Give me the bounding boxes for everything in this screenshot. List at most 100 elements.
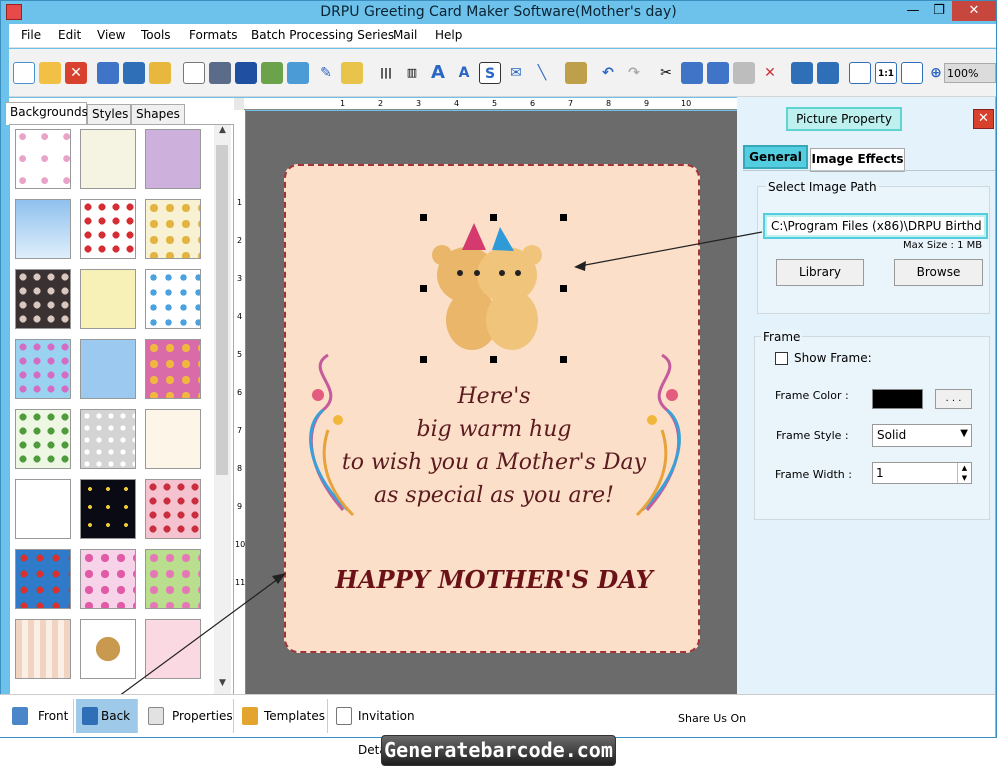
- barcode-icon[interactable]: |||: [375, 62, 397, 84]
- frame-color-picker-button[interactable]: . . .: [935, 389, 972, 409]
- shapes-icon[interactable]: [341, 62, 363, 84]
- save-as-icon[interactable]: [123, 62, 145, 84]
- menu-formats[interactable]: Formats: [189, 28, 238, 42]
- background-thumbnail[interactable]: [15, 269, 71, 329]
- tab-shapes[interactable]: Shapes: [131, 104, 185, 124]
- scroll-down-icon[interactable]: ▼: [214, 678, 231, 694]
- show-frame-checkbox[interactable]: [775, 352, 788, 365]
- background-thumbnail[interactable]: [80, 619, 136, 679]
- menu-tools[interactable]: Tools: [141, 28, 171, 42]
- frame-width-stepper[interactable]: 1 ▲ ▼: [872, 462, 972, 484]
- insert-image-icon[interactable]: [287, 62, 309, 84]
- export-icon[interactable]: [149, 62, 171, 84]
- tab-styles[interactable]: Styles: [87, 104, 131, 124]
- pen-icon[interactable]: ✎: [315, 62, 337, 84]
- actual-size-icon[interactable]: 1:1: [875, 62, 897, 84]
- invitation-details-button[interactable]: Invitation Details: [330, 699, 452, 757]
- line-icon[interactable]: ╲: [531, 62, 553, 84]
- card-text-line[interactable]: Here's: [294, 384, 694, 409]
- text-icon[interactable]: A: [427, 62, 449, 84]
- mail-icon[interactable]: ✉: [505, 62, 527, 84]
- background-thumbnail[interactable]: [145, 409, 201, 469]
- save-icon[interactable]: [97, 62, 119, 84]
- background-thumbnail[interactable]: [15, 549, 71, 609]
- background-thumbnail[interactable]: [80, 409, 136, 469]
- open-folder-icon[interactable]: [39, 62, 61, 84]
- resize-handle[interactable]: [490, 356, 497, 363]
- background-thumbnail[interactable]: [80, 129, 136, 189]
- browse-button[interactable]: Browse: [894, 259, 983, 286]
- paste-icon[interactable]: [733, 62, 755, 84]
- background-thumbnail[interactable]: [80, 199, 136, 259]
- background-thumbnail[interactable]: [145, 339, 201, 399]
- stepper-up-icon[interactable]: ▲: [957, 463, 971, 473]
- resize-handle[interactable]: [560, 285, 567, 292]
- resize-handle[interactable]: [420, 285, 427, 292]
- resize-handle[interactable]: [560, 356, 567, 363]
- background-thumbnail[interactable]: [145, 479, 201, 539]
- menu-batch-processing[interactable]: Batch Processing Series: [251, 28, 394, 42]
- page-setup-icon[interactable]: [183, 62, 205, 84]
- menu-help[interactable]: Help: [435, 28, 462, 42]
- background-thumbnail[interactable]: [15, 339, 71, 399]
- background-thumbnail[interactable]: [145, 549, 201, 609]
- background-thumbnail[interactable]: [80, 549, 136, 609]
- grid-icon[interactable]: [849, 62, 871, 84]
- card-text-line[interactable]: as special as you are!: [294, 483, 694, 508]
- database-icon[interactable]: [565, 62, 587, 84]
- resize-handle[interactable]: [490, 214, 497, 221]
- send-back-icon[interactable]: [817, 62, 839, 84]
- background-thumbnail[interactable]: [145, 129, 201, 189]
- minimize-button[interactable]: —: [900, 1, 926, 21]
- bring-front-icon[interactable]: [791, 62, 813, 84]
- library-button[interactable]: Library: [776, 259, 864, 286]
- image-path-field[interactable]: C:\Program Files (x86)\DRPU Birthd: [763, 213, 988, 239]
- close-file-icon[interactable]: ✕: [65, 62, 87, 84]
- close-window-button[interactable]: ✕: [952, 1, 996, 21]
- new-icon[interactable]: [13, 62, 35, 84]
- fit-to-window-icon[interactable]: [901, 62, 923, 84]
- background-thumbnail[interactable]: [15, 199, 71, 259]
- templates-button[interactable]: Templates: [236, 699, 328, 733]
- zoom-level[interactable]: 100%: [944, 63, 996, 83]
- tab-image-effects[interactable]: Image Effects: [810, 148, 905, 172]
- print-icon[interactable]: [209, 62, 231, 84]
- background-thumbnail[interactable]: [15, 409, 71, 469]
- card-text-line[interactable]: big warm hug: [294, 417, 694, 442]
- tab-general[interactable]: General: [743, 145, 808, 169]
- copy-2-icon[interactable]: [707, 62, 729, 84]
- background-thumbnail[interactable]: [80, 339, 136, 399]
- resize-handle[interactable]: [560, 214, 567, 221]
- gallery-scrollbar[interactable]: ▲ ▼: [214, 125, 231, 694]
- maximize-button[interactable]: ❐: [926, 1, 952, 21]
- menu-file[interactable]: File: [21, 28, 41, 42]
- word-art-icon[interactable]: A: [453, 62, 475, 84]
- stepper-down-icon[interactable]: ▼: [957, 473, 971, 483]
- background-thumbnail[interactable]: [145, 269, 201, 329]
- copy-icon[interactable]: [681, 62, 703, 84]
- scroll-up-icon[interactable]: ▲: [214, 125, 231, 141]
- undo-icon[interactable]: ↶: [597, 62, 619, 84]
- barcode-2d-icon[interactable]: ▥: [401, 62, 423, 84]
- background-thumbnail[interactable]: [15, 129, 71, 189]
- zoom-icon[interactable]: ⊕: [927, 62, 945, 84]
- menu-view[interactable]: View: [97, 28, 125, 42]
- frame-color-swatch[interactable]: [872, 389, 923, 409]
- signature-icon[interactable]: S: [479, 62, 501, 84]
- print-preview-icon[interactable]: [235, 62, 257, 84]
- cut-icon[interactable]: ✂: [655, 62, 677, 84]
- card-text-line[interactable]: to wish you a Mother's Day: [294, 450, 694, 475]
- background-thumbnail[interactable]: [145, 619, 201, 679]
- background-thumbnail[interactable]: [80, 269, 136, 329]
- teddy-bears-image[interactable]: [422, 215, 572, 363]
- redo-icon[interactable]: ↷: [623, 62, 645, 84]
- tab-backgrounds[interactable]: Backgrounds: [5, 102, 88, 125]
- delete-icon[interactable]: ✕: [759, 62, 781, 84]
- back-button[interactable]: Back: [76, 699, 138, 733]
- frame-style-select[interactable]: Solid ▼: [872, 424, 972, 447]
- background-thumbnail[interactable]: [15, 619, 71, 679]
- menu-mail[interactable]: Mail: [393, 28, 417, 42]
- front-button[interactable]: Front: [6, 699, 74, 733]
- scrollbar-thumb[interactable]: [216, 145, 228, 475]
- background-thumbnail[interactable]: [145, 199, 201, 259]
